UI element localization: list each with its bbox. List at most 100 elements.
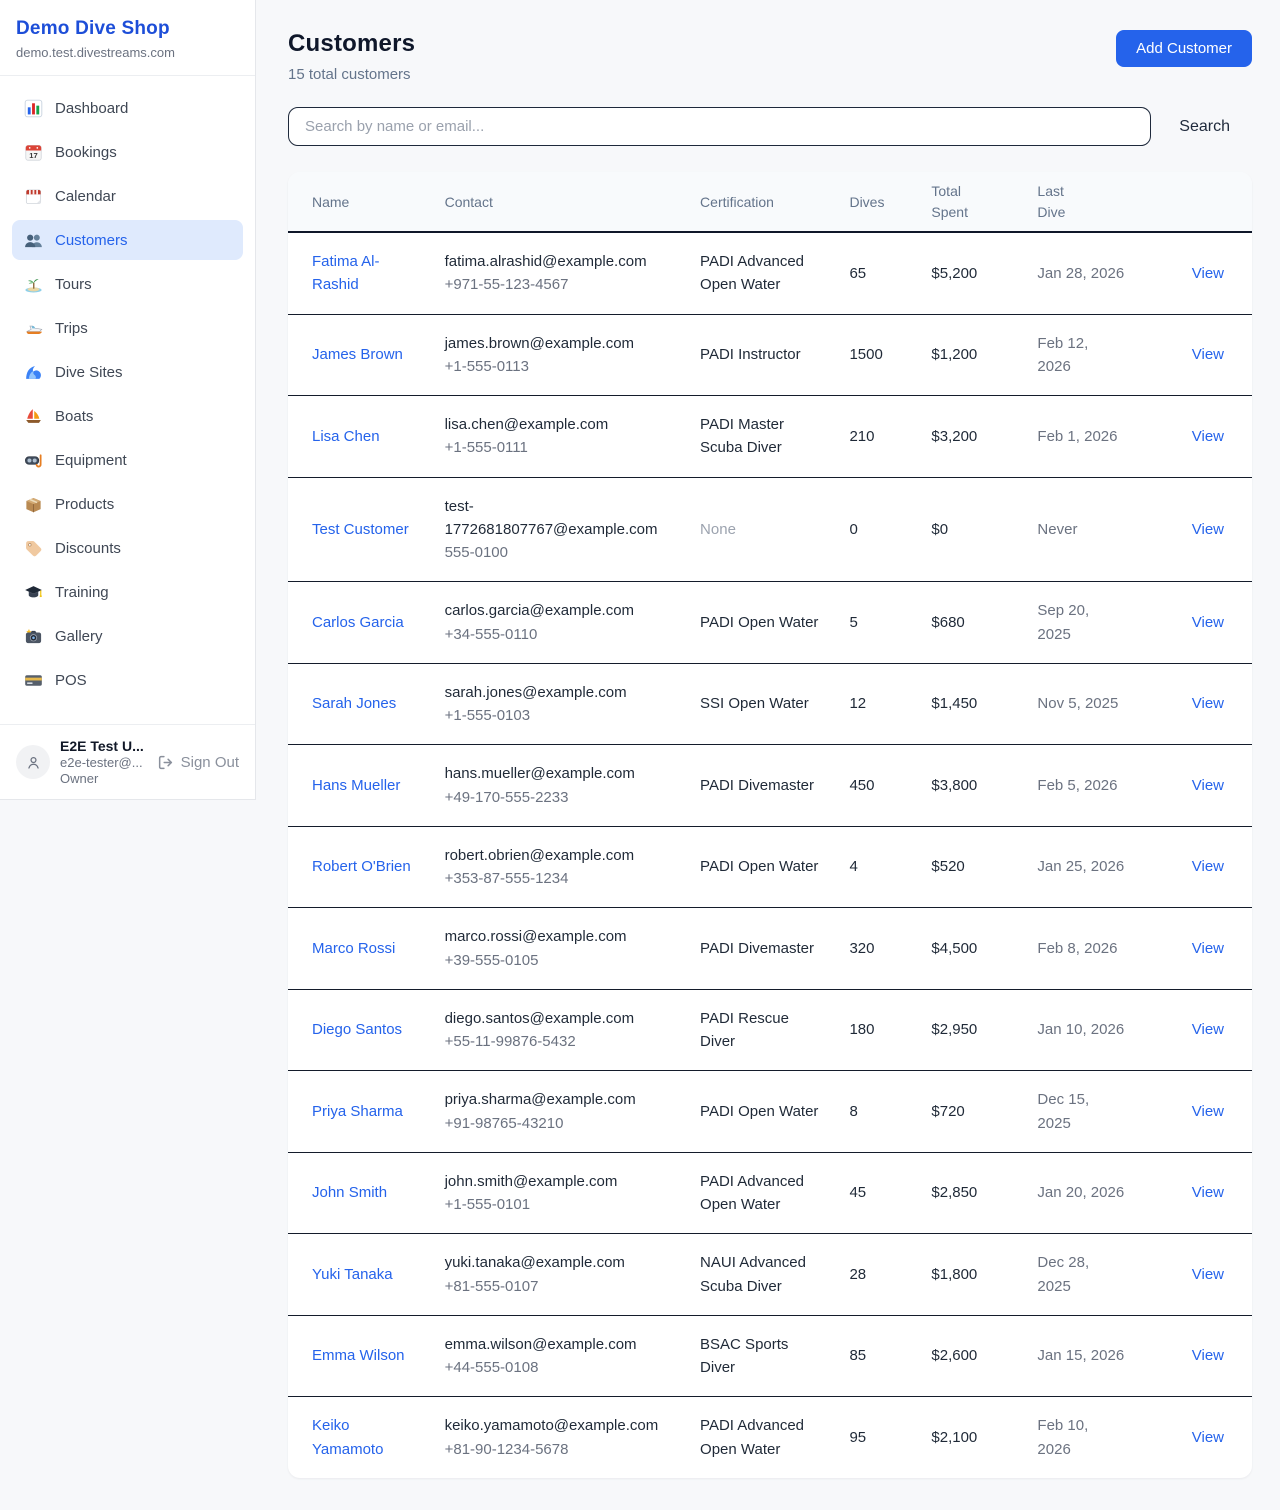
search-button[interactable]: Search	[1179, 118, 1230, 136]
view-link[interactable]: View	[1192, 1184, 1224, 1201]
customer-certification: PADI Open Water	[688, 582, 837, 664]
dive-sites-icon	[24, 363, 43, 382]
view-link[interactable]: View	[1192, 940, 1224, 957]
customer-dives: 210	[837, 396, 919, 478]
sidebar-item-equipment[interactable]: Equipment	[12, 440, 243, 480]
table-row: Sarah Jones sarah.jones@example.com +1-5…	[288, 663, 1252, 745]
customer-name-link[interactable]: Keiko Yamamoto	[312, 1417, 383, 1457]
sidebar-item-label: Customers	[55, 232, 128, 249]
column-header-name: Name	[288, 172, 433, 232]
customer-name-link[interactable]: Emma Wilson	[312, 1347, 405, 1364]
customer-total-spent: $2,600	[919, 1315, 1025, 1397]
user-meta: E2E Test U... e2e-tester@... Owner	[60, 738, 147, 786]
sidebar-item-tours[interactable]: Tours	[12, 264, 243, 304]
customer-total-spent: $1,800	[919, 1234, 1025, 1316]
sidebar-item-calendar[interactable]: Calendar	[12, 176, 243, 216]
calendar-icon	[24, 187, 43, 206]
sidebar-item-label: Gallery	[55, 628, 103, 645]
customer-name-link[interactable]: Diego Santos	[312, 1021, 402, 1038]
sidebar-item-bookings[interactable]: 17 Bookings	[12, 132, 243, 172]
table-row: Hans Mueller hans.mueller@example.com +4…	[288, 745, 1252, 827]
customer-dives: 65	[837, 232, 919, 314]
customer-name-link[interactable]: Yuki Tanaka	[312, 1266, 393, 1283]
sidebar-item-dive-sites[interactable]: Dive Sites	[12, 352, 243, 392]
training-icon	[24, 583, 43, 602]
customer-email: fatima.alrashid@example.com	[445, 250, 676, 273]
view-link[interactable]: View	[1192, 428, 1224, 445]
sidebar-item-customers[interactable]: Customers	[12, 220, 243, 260]
customer-email: lisa.chen@example.com	[445, 413, 676, 436]
sidebar-item-discounts[interactable]: Discounts	[12, 528, 243, 568]
table-row: Carlos Garcia carlos.garcia@example.com …	[288, 582, 1252, 664]
page-header-titles: Customers 15 total customers	[288, 30, 415, 83]
sidebar-item-dashboard[interactable]: Dashboard	[12, 88, 243, 128]
equipment-icon	[24, 451, 43, 470]
sidebar-item-label: Dashboard	[55, 100, 128, 117]
sidebar-item-products[interactable]: Products	[12, 484, 243, 524]
main-content: Customers 15 total customers Add Custome…	[256, 0, 1280, 1510]
customer-name-link[interactable]: Fatima Al-Rashid	[312, 253, 380, 293]
customer-total-spent: $4,500	[919, 908, 1025, 990]
sidebar-item-trips[interactable]: Trips	[12, 308, 243, 348]
customer-phone: +34-555-0110	[445, 623, 676, 646]
sidebar-item-pos[interactable]: POS	[12, 660, 243, 700]
customer-certification: BSAC Sports Diver	[688, 1315, 837, 1397]
customer-phone: +44-555-0108	[445, 1356, 676, 1379]
view-link[interactable]: View	[1192, 1021, 1224, 1038]
sidebar-item-training[interactable]: Training	[12, 572, 243, 612]
customers-table: Name Contact Certification Dives Total S…	[288, 172, 1252, 1478]
view-link[interactable]: View	[1192, 1103, 1224, 1120]
view-link[interactable]: View	[1192, 695, 1224, 712]
customer-name-link[interactable]: Sarah Jones	[312, 695, 396, 712]
customer-name-link[interactable]: Hans Mueller	[312, 777, 400, 794]
view-link[interactable]: View	[1192, 1429, 1224, 1446]
customer-certification: PADI Rescue Diver	[688, 989, 837, 1071]
column-header-dives: Dives	[837, 172, 919, 232]
user-box: E2E Test U... e2e-tester@... Owner Sign …	[0, 724, 255, 799]
customer-last-dive: Feb 8, 2026	[1025, 908, 1136, 990]
customer-last-dive: Nov 5, 2025	[1025, 663, 1136, 745]
add-customer-button[interactable]: Add Customer	[1116, 30, 1252, 67]
sign-out-icon	[157, 754, 174, 771]
view-link[interactable]: View	[1192, 1347, 1224, 1364]
sign-out-button[interactable]: Sign Out	[157, 754, 239, 771]
user-name: E2E Test U...	[60, 738, 147, 754]
customer-phone: +39-555-0105	[445, 949, 676, 972]
customer-total-spent: $3,800	[919, 745, 1025, 827]
customer-phone: +55-11-99876-5432	[445, 1030, 676, 1053]
customer-dives: 4	[837, 826, 919, 908]
search-input[interactable]	[288, 107, 1151, 146]
customer-email: carlos.garcia@example.com	[445, 599, 676, 622]
customer-certification: PADI Advanced Open Water	[688, 1397, 837, 1478]
view-link[interactable]: View	[1192, 1266, 1224, 1283]
view-link[interactable]: View	[1192, 346, 1224, 363]
customer-total-spent: $2,850	[919, 1152, 1025, 1234]
sidebar-item-gallery[interactable]: Gallery	[12, 616, 243, 656]
customer-dives: 85	[837, 1315, 919, 1397]
customer-name-link[interactable]: Carlos Garcia	[312, 614, 404, 631]
view-link[interactable]: View	[1192, 614, 1224, 631]
customer-name-link[interactable]: Marco Rossi	[312, 940, 395, 957]
customer-phone: 555-0100	[445, 541, 676, 564]
view-link[interactable]: View	[1192, 265, 1224, 282]
sidebar-item-boats[interactable]: Boats	[12, 396, 243, 436]
customer-total-spent: $5,200	[919, 232, 1025, 314]
sidebar-item-label: Training	[55, 584, 109, 601]
customer-dives: 8	[837, 1071, 919, 1153]
customer-name-link[interactable]: Priya Sharma	[312, 1103, 403, 1120]
view-link[interactable]: View	[1192, 521, 1224, 538]
customer-name-link[interactable]: Test Customer	[312, 521, 409, 538]
customer-name-link[interactable]: Lisa Chen	[312, 428, 380, 445]
table-row: Lisa Chen lisa.chen@example.com +1-555-0…	[288, 396, 1252, 478]
customer-certification: PADI Open Water	[688, 826, 837, 908]
sidebar-item-label: Tours	[55, 276, 92, 293]
customer-total-spent: $2,950	[919, 989, 1025, 1071]
view-link[interactable]: View	[1192, 858, 1224, 875]
page-title: Customers	[288, 30, 415, 58]
view-link[interactable]: View	[1192, 777, 1224, 794]
customer-name-link[interactable]: Robert O'Brien	[312, 858, 411, 875]
customer-name-link[interactable]: James Brown	[312, 346, 403, 363]
customer-name-link[interactable]: John Smith	[312, 1184, 387, 1201]
table-row: Priya Sharma priya.sharma@example.com +9…	[288, 1071, 1252, 1153]
column-header-actions	[1136, 172, 1252, 232]
